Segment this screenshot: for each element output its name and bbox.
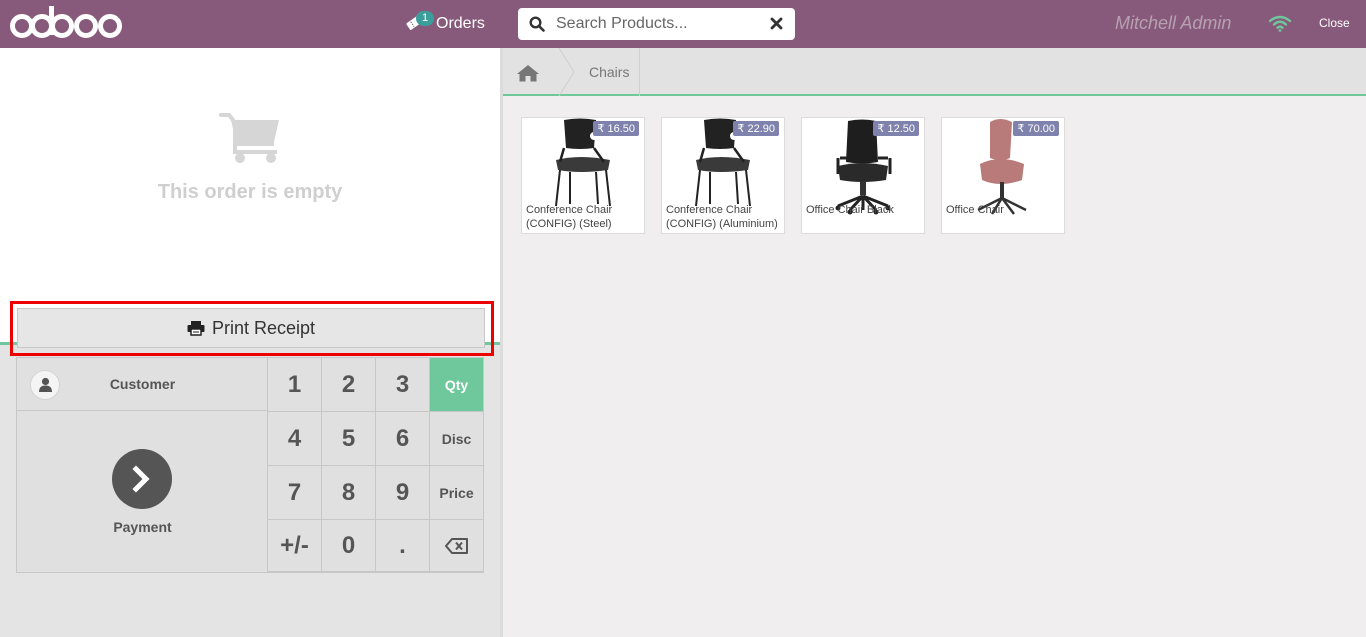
payment-label: Payment bbox=[113, 519, 172, 535]
chevron-right-icon bbox=[132, 465, 150, 493]
product-card[interactable]: ₹ 22.90 Conference Chair (CONFIG) (Alumi… bbox=[661, 117, 785, 234]
product-name: Office Chair bbox=[946, 204, 1004, 216]
numpad-key-2[interactable]: 2 bbox=[322, 358, 376, 412]
numpad-key-9[interactable]: 9 bbox=[376, 466, 430, 520]
ticket-icon: 1 bbox=[404, 11, 434, 35]
breadcrumb: Chairs bbox=[503, 48, 1366, 96]
payment-circle bbox=[112, 449, 172, 509]
product-price: ₹ 22.90 bbox=[733, 121, 779, 136]
breadcrumb-divider bbox=[639, 48, 640, 96]
cart-icon bbox=[219, 113, 279, 163]
numpad-area: Customer Payment 1 2 3 Qty 4 5 6 Disc 7 … bbox=[16, 357, 484, 573]
product-name: Office Chair Black bbox=[806, 204, 894, 216]
numpad-key-0[interactable]: 0 bbox=[322, 520, 376, 572]
numpad-key-8[interactable]: 8 bbox=[322, 466, 376, 520]
numpad-key-6[interactable]: 6 bbox=[376, 412, 430, 466]
product-price: ₹ 70.00 bbox=[1013, 121, 1059, 136]
breadcrumb-chairs[interactable]: Chairs bbox=[589, 64, 629, 80]
print-receipt-label: Print Receipt bbox=[211, 317, 316, 338]
top-bar: 1 Orders Mitchell Admin Close bbox=[0, 0, 1366, 48]
product-card[interactable]: ₹ 16.50 Conference Chair (CONFIG) (Steel… bbox=[521, 117, 645, 234]
numpad-key-3[interactable]: 3 bbox=[376, 358, 430, 412]
close-button[interactable]: Close bbox=[1319, 16, 1350, 30]
numpad-key-plus-minus[interactable]: +/- bbox=[268, 520, 322, 572]
product-name: Conference Chair (CONFIG) (Aluminium) bbox=[666, 204, 778, 230]
backspace-icon bbox=[444, 537, 468, 554]
backspace-button[interactable] bbox=[430, 520, 484, 572]
search-box bbox=[518, 8, 795, 40]
mode-disc-button[interactable]: Disc bbox=[430, 412, 484, 466]
numpad-key-5[interactable]: 5 bbox=[322, 412, 376, 466]
product-card[interactable]: ₹ 70.00 Office Chair bbox=[941, 117, 1065, 234]
home-icon bbox=[517, 65, 539, 82]
payment-button[interactable]: Payment bbox=[17, 411, 268, 572]
print-receipt-button[interactable]: Print Receipt bbox=[17, 308, 485, 348]
clear-search-icon[interactable] bbox=[770, 17, 783, 30]
product-card[interactable]: ₹ 12.50 Office Chair Black bbox=[801, 117, 925, 234]
product-price: ₹ 16.50 bbox=[593, 121, 639, 136]
product-price: ₹ 12.50 bbox=[873, 121, 919, 136]
empty-order-message: This order is empty bbox=[157, 181, 343, 203]
breadcrumb-separator-icon bbox=[558, 48, 575, 96]
numpad-key-7[interactable]: 7 bbox=[268, 466, 322, 520]
orders-count-badge: 1 bbox=[416, 11, 434, 26]
odoo-logo bbox=[10, 6, 122, 38]
orders-button[interactable]: 1 Orders bbox=[404, 10, 485, 38]
pane-divider bbox=[500, 48, 503, 637]
numpad-key-1[interactable]: 1 bbox=[268, 358, 322, 412]
customer-button[interactable]: Customer bbox=[17, 358, 268, 411]
mode-price-button[interactable]: Price bbox=[430, 466, 484, 520]
mode-qty-button[interactable]: Qty bbox=[430, 358, 484, 412]
customer-label: Customer bbox=[109, 376, 176, 392]
printer-icon bbox=[187, 321, 205, 336]
numpad-key-decimal[interactable]: . bbox=[376, 520, 430, 572]
wifi-icon bbox=[1268, 15, 1292, 32]
search-input[interactable] bbox=[556, 8, 756, 40]
search-icon bbox=[529, 16, 545, 32]
home-button[interactable] bbox=[503, 48, 559, 96]
user-name: Mitchell Admin bbox=[1115, 13, 1232, 33]
orders-label: Orders bbox=[436, 15, 485, 32]
product-name: Conference Chair (CONFIG) (Steel) bbox=[526, 204, 613, 230]
numpad-key-4[interactable]: 4 bbox=[268, 412, 322, 466]
